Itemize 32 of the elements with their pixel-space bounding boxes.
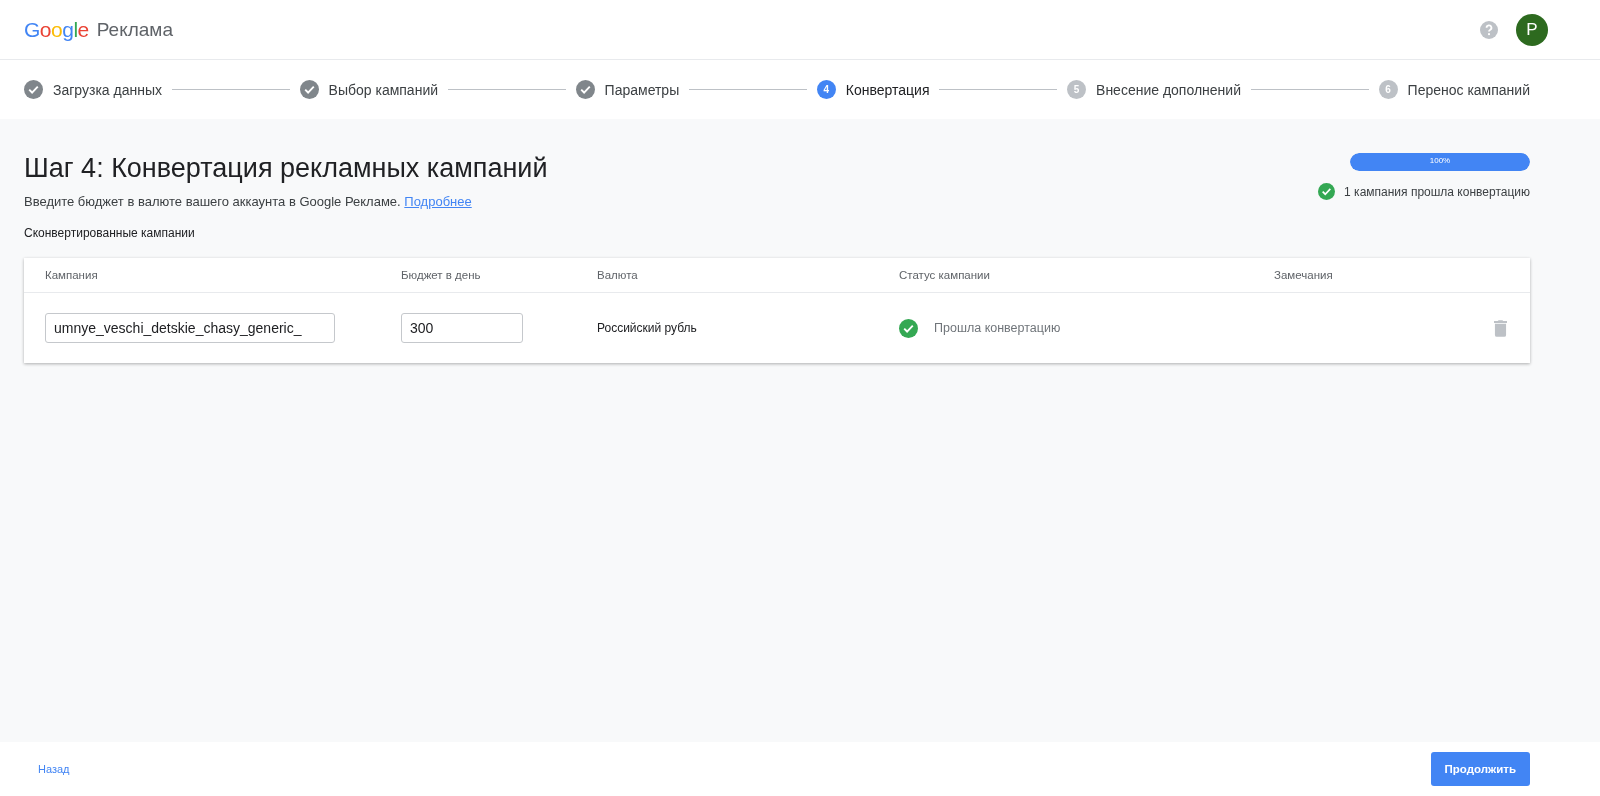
summary-text: 1 кампания прошла конвертацию	[1344, 184, 1530, 199]
product-name: Реклама	[96, 18, 173, 41]
step-label[interactable]: Перенос кампаний	[1407, 81, 1530, 98]
column-header: Валюта	[597, 268, 639, 283]
google-logo: Google	[24, 17, 89, 42]
page-description: Введите бюджет в валюте вашего аккаунта в Google Рекламе. Подробнее	[24, 194, 473, 209]
column-header: Статус кампании	[899, 268, 991, 283]
page-title: Шаг 4: Конвертация рекламных кампаний	[24, 153, 548, 184]
status-text: Прошла конвертацию	[934, 321, 1061, 335]
step-label[interactable]: Загрузка данных	[53, 81, 162, 98]
step-number: 6	[1378, 80, 1398, 99]
step-number: 4	[816, 80, 836, 99]
section-title: Сконвертированные кампании	[24, 226, 196, 240]
avatar[interactable]: P	[1516, 13, 1548, 46]
campaign-name-field[interactable]: umnye_veschi_detskie_chasy_generic_	[45, 313, 335, 343]
step-label[interactable]: Выбор кампаний	[328, 81, 439, 98]
budget-field[interactable]: 300	[401, 313, 523, 343]
step-label[interactable]: Внесение дополнений	[1096, 81, 1241, 98]
help-icon[interactable]	[1480, 20, 1498, 39]
learn-more-link[interactable]: Подробнее	[404, 194, 472, 209]
delete-icon[interactable]	[1493, 319, 1507, 337]
step-number: 5	[1067, 80, 1087, 99]
currency-text: Российский рубль	[597, 321, 697, 335]
step-label[interactable]: Параметры	[604, 81, 680, 98]
column-header: Бюджет в день	[401, 268, 482, 283]
step-label[interactable]: Конвертация	[845, 81, 930, 98]
column-header: Замечания	[1274, 268, 1334, 283]
continue-button[interactable]: Продолжить	[1430, 752, 1530, 786]
check-icon	[1318, 183, 1336, 200]
column-header: Кампания	[45, 268, 99, 283]
back-button[interactable]: Назад	[38, 763, 70, 775]
progress-label: 100%	[1428, 156, 1452, 165]
